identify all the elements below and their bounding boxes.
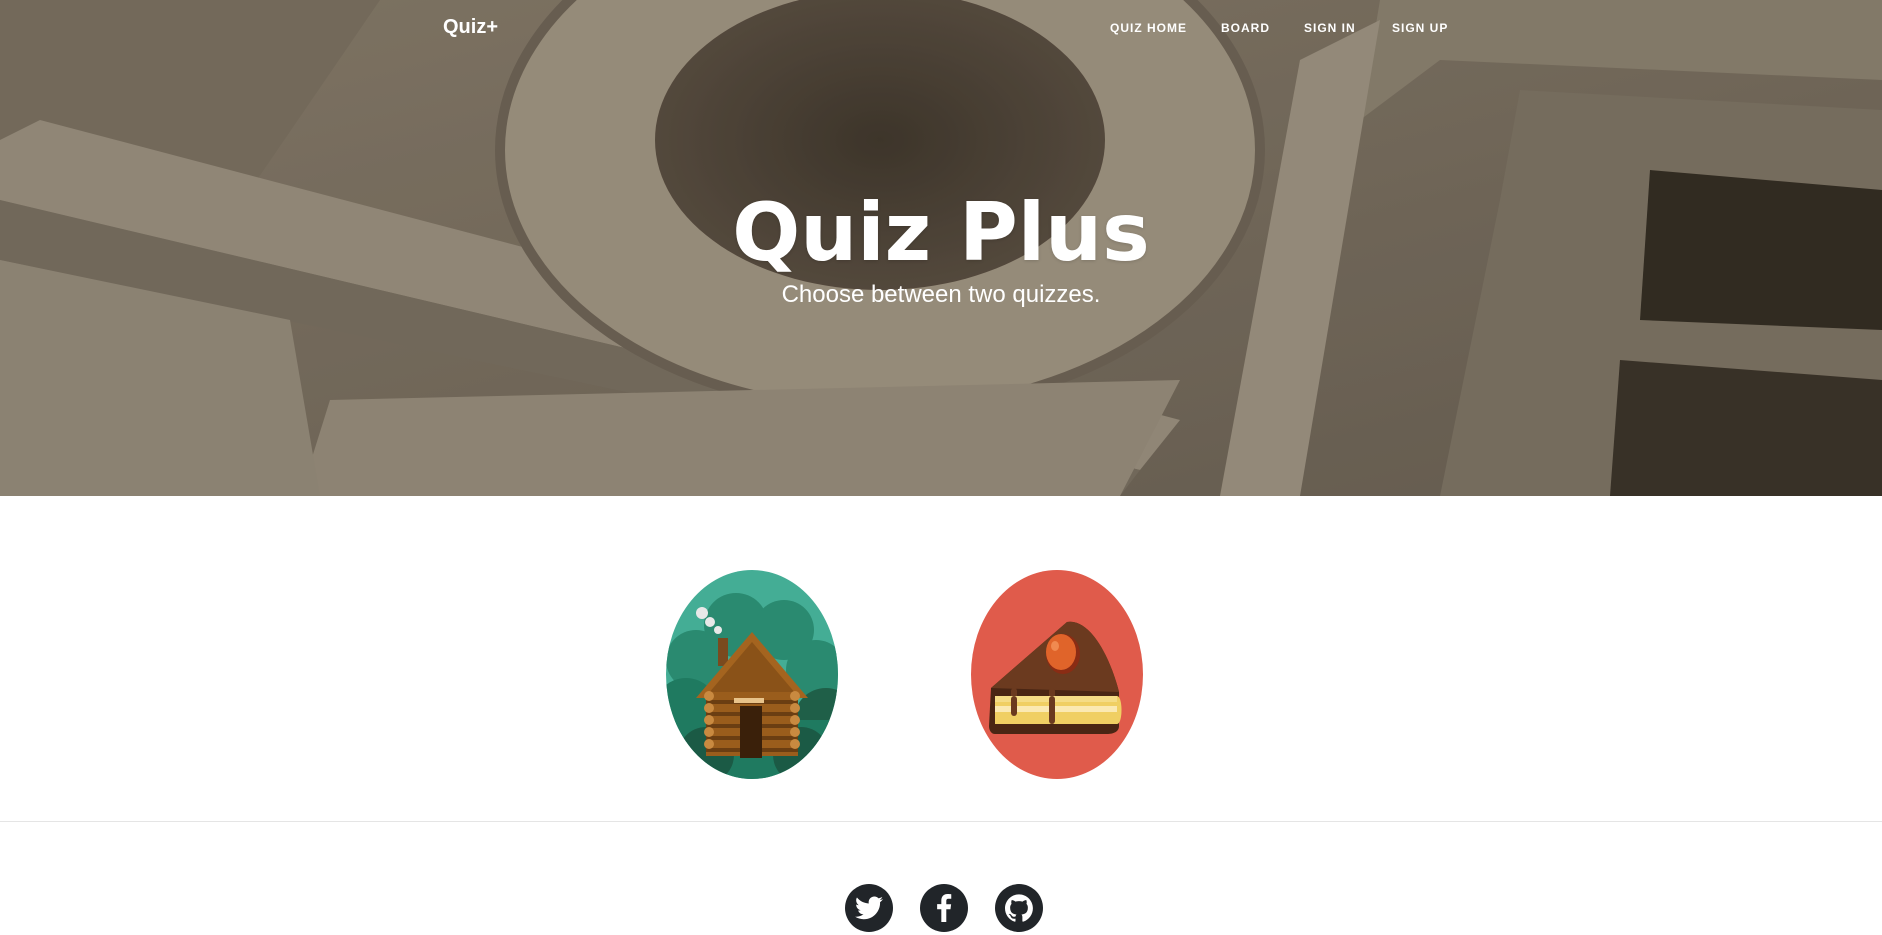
section-divider xyxy=(0,821,1882,822)
nav-quiz-home[interactable]: QUIZ HOME xyxy=(1110,21,1187,35)
nav-sign-in[interactable]: SIGN IN xyxy=(1304,21,1356,35)
cake-slice-icon xyxy=(971,570,1143,779)
nav-board[interactable]: BOARD xyxy=(1221,21,1270,35)
top-nav: QUIZ HOME BOARD SIGN IN SIGN UP xyxy=(0,21,1882,41)
quiz-2-link[interactable] xyxy=(971,570,1143,779)
twitter-link[interactable] xyxy=(845,884,893,932)
github-icon xyxy=(1005,894,1033,922)
hero-section: Quiz+ QUIZ HOME BOARD SIGN IN SIGN UP Qu… xyxy=(0,0,1882,496)
nav-sign-up[interactable]: SIGN UP xyxy=(1392,21,1448,35)
twitter-icon xyxy=(855,896,883,920)
quiz-1-link[interactable] xyxy=(666,570,838,779)
github-link[interactable] xyxy=(995,884,1043,932)
page-title: Quiz Plus xyxy=(732,186,1150,279)
log-cabin-icon xyxy=(666,570,838,779)
facebook-link[interactable] xyxy=(920,884,968,932)
facebook-icon xyxy=(937,894,952,922)
page-subtitle: Choose between two quizzes. xyxy=(781,281,1101,308)
